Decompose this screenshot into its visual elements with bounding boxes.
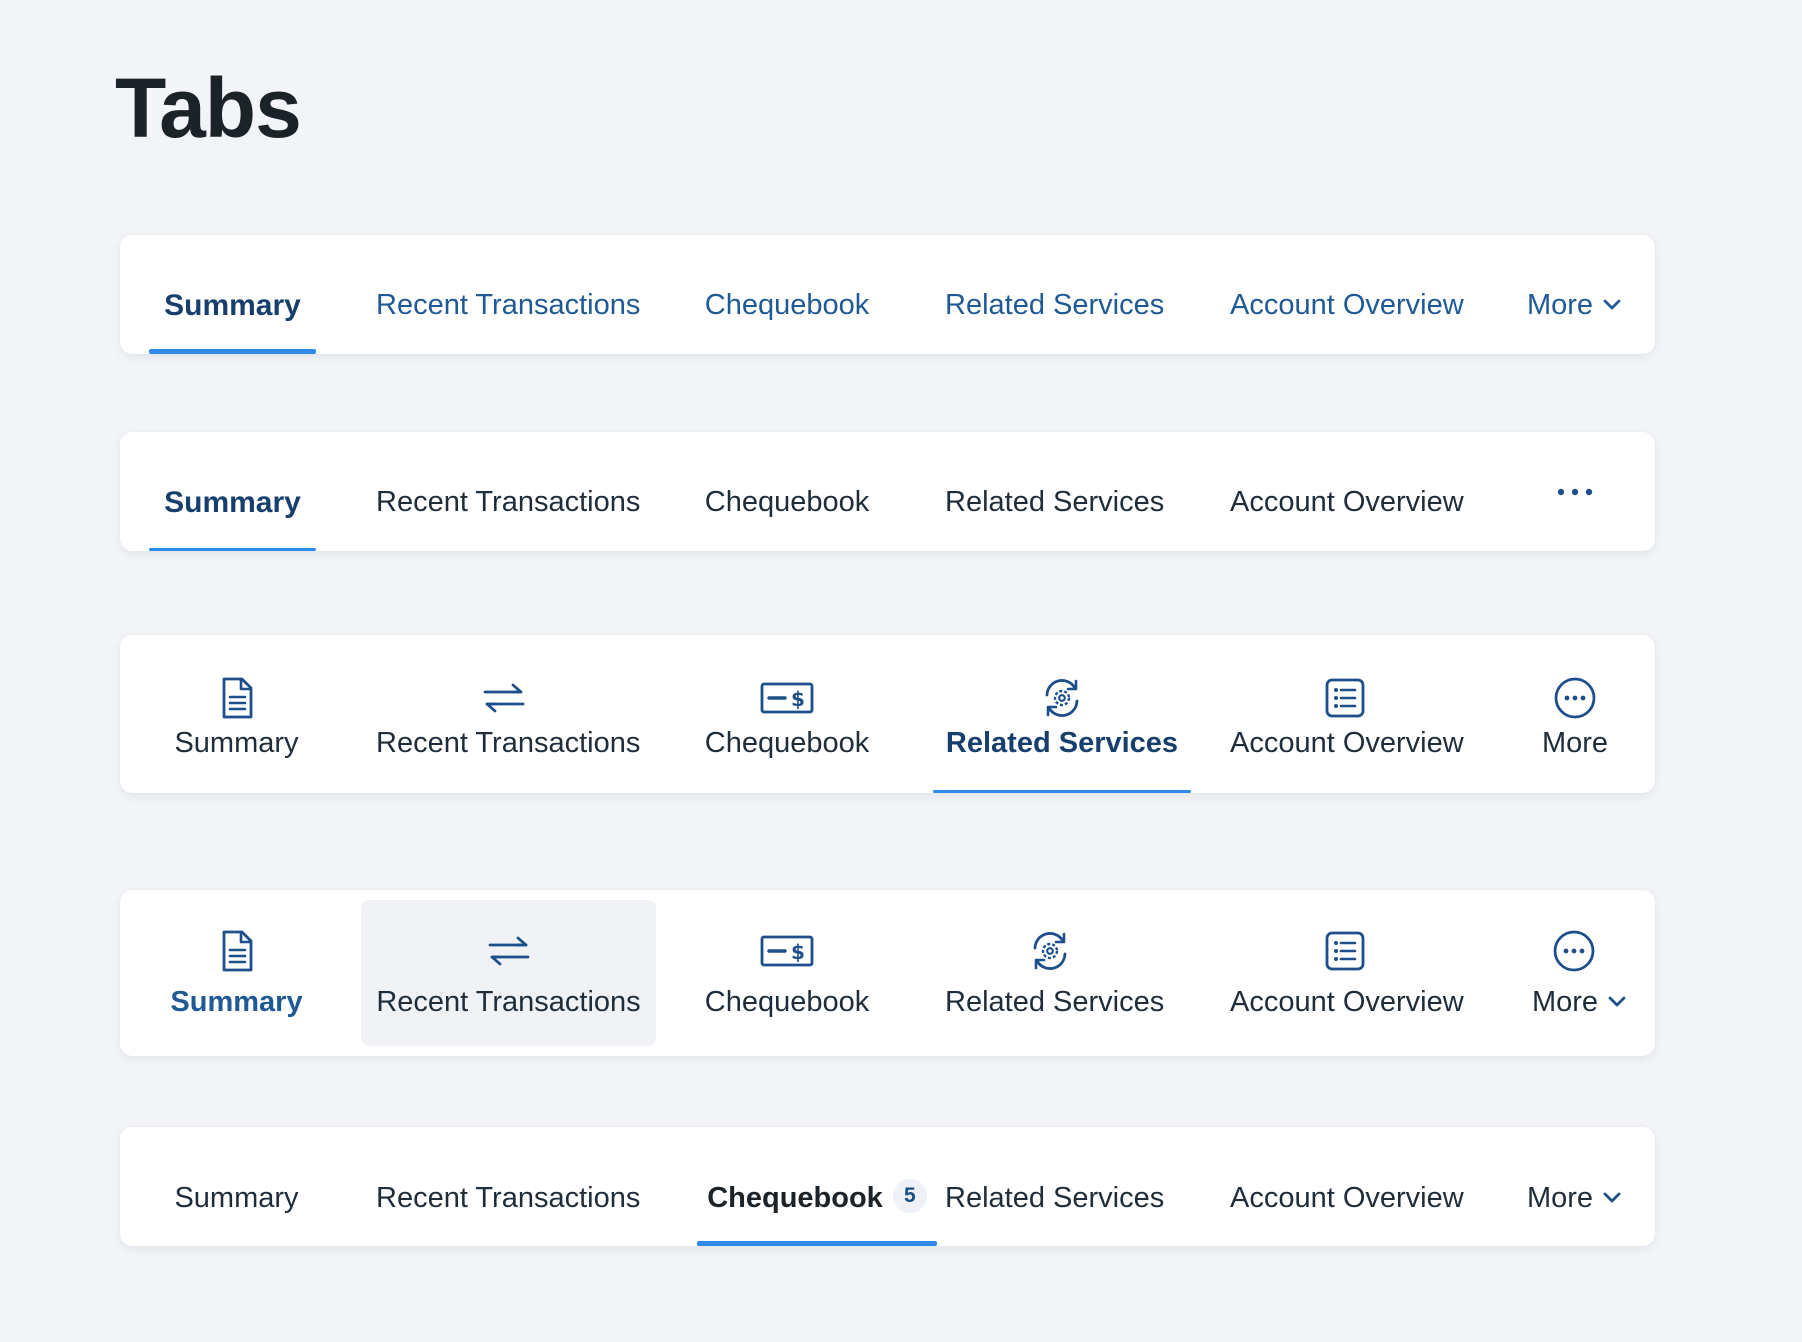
tab-summary-label: Summary [164,289,301,322]
tab-account-overview-label: Account Overview [1230,727,1464,759]
list-icon [1322,675,1368,721]
tab-recent-transactions-label: Recent Transactions [376,486,641,518]
tab-chequebook[interactable]: Chequebook 5 [697,1127,937,1246]
tab-chequebook[interactable]: Chequebook [702,235,872,354]
tab-summary-label: Summary [164,486,301,519]
tab-summary[interactable]: Summary [149,235,316,354]
tab-recent-transactions[interactable]: Recent Transactions [376,1127,641,1246]
tab-recent-transactions-label: Recent Transactions [376,289,641,321]
tab-related-services-label: Related Services [945,289,1165,321]
tab-bar-neutral: Summary Recent Transactions Chequebook R… [120,432,1655,551]
more-circle-icon [1552,675,1598,721]
gear-refresh-icon [1039,675,1085,721]
tab-more-dropdown[interactable]: More [1520,235,1630,354]
tab-summary[interactable]: Summary [149,890,324,1056]
tab-recent-transactions[interactable]: Recent Transactions [376,432,641,551]
tab-chequebook-label: Chequebook [704,289,870,321]
active-tab-indicator [149,548,316,551]
tab-related-services[interactable]: Related Services [945,1127,1165,1246]
tab-related-services-label: Related Services [945,727,1179,759]
document-icon [214,675,260,721]
tab-more-label: More [1526,1182,1594,1214]
tab-chequebook[interactable]: $ Chequebook [702,635,872,793]
tab-more[interactable]: More [1520,635,1630,793]
tab-account-overview-label: Account Overview [1230,986,1464,1018]
active-tab-indicator [149,349,316,354]
tab-account-overview[interactable]: Account Overview [1230,890,1464,1056]
tab-related-services-label: Related Services [945,486,1165,518]
tab-more-label: More [1531,986,1599,1018]
tab-more-label: More [1541,727,1609,759]
tab-more-dropdown[interactable]: More [1520,890,1640,1056]
tab-chequebook-label: Chequebook [704,986,870,1018]
tab-related-services[interactable]: Related Services [945,235,1165,354]
tab-bar-badge: Summary Recent Transactions Chequebook 5 … [120,1127,1655,1246]
tab-account-overview[interactable]: Account Overview [1230,235,1464,354]
active-tab-indicator [697,1241,937,1246]
tab-bar-text-links: Summary Recent Transactions Chequebook R… [120,235,1655,354]
cheque-icon: $ [759,928,815,974]
tab-bar-icons: Summary Recent Transactions $ Chequebook… [120,635,1655,793]
tab-summary-label: Summary [174,1182,299,1214]
tab-overflow-menu[interactable] [1530,432,1620,551]
tab-recent-transactions-label: Recent Transactions [376,727,641,759]
tab-account-overview-label: Account Overview [1230,289,1464,321]
tab-recent-transactions[interactable]: Recent Transactions [376,235,641,354]
transfer-arrows-icon [481,675,527,721]
svg-text:$: $ [791,687,805,711]
tab-chequebook-label: Chequebook [704,486,870,518]
tab-bar-icons-hover: Summary Recent Transactions $ Chequebook… [120,890,1655,1056]
tab-account-overview[interactable]: Account Overview [1230,432,1464,551]
transfer-arrows-icon [486,928,532,974]
tab-related-services[interactable]: Related Services [945,432,1165,551]
tab-summary-label: Summary [170,986,303,1018]
tab-related-services-label: Related Services [945,1182,1165,1214]
tab-account-overview[interactable]: Account Overview [1230,635,1464,793]
tab-recent-transactions[interactable]: Recent Transactions [361,890,656,1056]
page-title: Tabs [115,61,302,155]
tab-account-overview[interactable]: Account Overview [1230,1127,1464,1246]
list-icon [1322,928,1368,974]
tab-recent-transactions[interactable]: Recent Transactions [376,635,641,793]
tab-account-overview-label: Account Overview [1230,486,1464,518]
cheque-icon: $ [759,675,815,721]
tab-summary[interactable]: Summary [149,432,316,551]
tab-chequebook-label: Chequebook [707,1182,883,1214]
chevron-down-icon [1601,293,1623,315]
document-icon [214,928,260,974]
tab-summary-label: Summary [174,727,299,759]
chevron-down-icon [1601,1186,1623,1208]
tab-recent-transactions-label: Recent Transactions [376,1182,641,1214]
ellipsis-icon [1530,472,1620,512]
tab-account-overview-label: Account Overview [1230,1182,1464,1214]
count-badge: 5 [892,1179,927,1214]
tab-summary[interactable]: Summary [149,635,324,793]
tab-recent-transactions-label: Recent Transactions [376,986,641,1018]
tab-more-label: More [1526,289,1594,321]
tab-chequebook-label: Chequebook [704,727,870,759]
tab-more-dropdown[interactable]: More [1520,1127,1630,1246]
gear-refresh-icon [1027,928,1073,974]
chevron-down-icon [1606,990,1628,1012]
tab-related-services[interactable]: Related Services [933,635,1191,793]
tab-summary[interactable]: Summary [149,1127,324,1246]
tab-chequebook[interactable]: $ Chequebook [702,890,872,1056]
svg-text:$: $ [791,940,805,964]
tab-chequebook[interactable]: Chequebook [702,432,872,551]
active-tab-indicator [933,790,1191,793]
tab-related-services-label: Related Services [945,986,1165,1018]
tab-related-services[interactable]: Related Services [945,890,1165,1056]
more-circle-icon [1551,928,1597,974]
